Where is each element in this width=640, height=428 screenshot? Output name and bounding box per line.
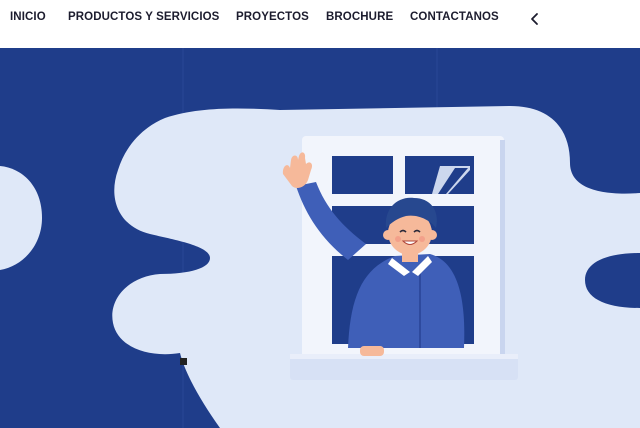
hero-banner [0,48,640,428]
nav-item-contactanos[interactable]: CONTACTANOS [410,11,499,23]
left-cloud-shape [0,166,42,270]
nav-item-inicio[interactable]: INICIO [10,11,46,23]
nav-item-brochure[interactable]: BROCHURE [326,11,393,23]
nav-item-proyectos[interactable]: PROYECTOS [236,11,309,23]
top-navigation: INICIO PRODUCTOS Y SERVICIOS PROYECTOS B… [0,0,640,48]
chevron-left-icon[interactable] [528,12,542,26]
nav-item-productos-y-servicios[interactable]: PRODUCTOS Y SERVICIOS [68,11,219,23]
small-marker [180,358,187,365]
hero-illustration [0,48,640,428]
